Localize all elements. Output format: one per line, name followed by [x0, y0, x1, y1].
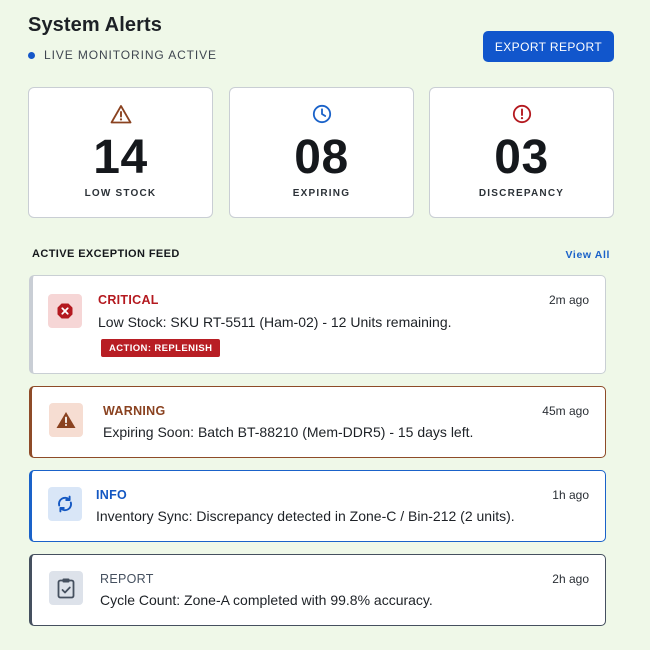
- stat-card-discrepancy[interactable]: 03 DISCREPANCY: [429, 87, 614, 218]
- alert-message: Low Stock: SKU RT-5511 (Ham-02) - 12 Uni…: [98, 314, 452, 330]
- alert-level: REPORT: [100, 572, 154, 586]
- sync-icon: [48, 487, 82, 521]
- alert-message: Cycle Count: Zone-A completed with 99.8%…: [100, 592, 433, 608]
- alert-circle-icon: [430, 104, 613, 124]
- alert-time: 2h ago: [552, 572, 589, 586]
- stat-label: DISCREPANCY: [478, 188, 565, 199]
- alert-time: 1h ago: [552, 488, 589, 502]
- alert-time: 45m ago: [542, 404, 589, 418]
- alert-item-info[interactable]: INFO 1h ago Inventory Sync: Discrepancy …: [29, 470, 606, 542]
- stat-card-expiring[interactable]: 08 EXPIRING: [229, 87, 414, 218]
- alert-level: CRITICAL: [98, 293, 159, 307]
- alert-item-critical[interactable]: CRITICAL 2m ago Low Stock: SKU RT-5511 (…: [29, 275, 606, 374]
- error-x-icon: [48, 294, 82, 328]
- clipboard-check-icon: [49, 571, 83, 605]
- stat-card-low-stock[interactable]: 14 LOW STOCK: [28, 87, 213, 218]
- stat-cards: 14 LOW STOCK 08 EXPIRING 03 DISCREPANCY: [28, 87, 614, 218]
- alert-level: WARNING: [103, 404, 166, 418]
- alert-item-warning[interactable]: WARNING 45m ago Expiring Soon: Batch BT-…: [29, 386, 606, 458]
- warning-triangle-icon: [29, 104, 212, 124]
- live-dot-icon: [28, 51, 35, 59]
- warning-triangle-icon: [49, 403, 83, 437]
- live-status-label: LIVE MONITORING ACTIVE: [44, 48, 217, 62]
- clock-icon: [230, 104, 413, 124]
- action-badge[interactable]: ACTION: REPLENISH: [101, 339, 221, 357]
- alert-level: INFO: [96, 488, 128, 502]
- alert-message: Inventory Sync: Discrepancy detected in …: [96, 508, 515, 524]
- feed-header: ACTIVE EXCEPTION FEED View All: [32, 248, 610, 264]
- page-header: System Alerts LIVE MONITORING ACTIVE EXP…: [28, 14, 614, 70]
- alert-time: 2m ago: [548, 293, 589, 307]
- alert-item-report[interactable]: REPORT 2h ago Cycle Count: Zone-A comple…: [29, 554, 606, 626]
- stat-value: 08: [294, 131, 349, 184]
- stat-value: 14: [93, 131, 148, 184]
- live-status: LIVE MONITORING ACTIVE: [28, 48, 217, 62]
- stat-label: LOW STOCK: [84, 188, 157, 199]
- stat-value: 03: [494, 131, 549, 184]
- alert-message: Expiring Soon: Batch BT-88210 (Mem-DDR5)…: [103, 424, 474, 440]
- stat-label: EXPIRING: [292, 188, 351, 199]
- feed-title: ACTIVE EXCEPTION FEED: [32, 248, 180, 260]
- view-all-link[interactable]: View All: [566, 249, 610, 261]
- export-report-button[interactable]: EXPORT REPORT: [483, 31, 614, 62]
